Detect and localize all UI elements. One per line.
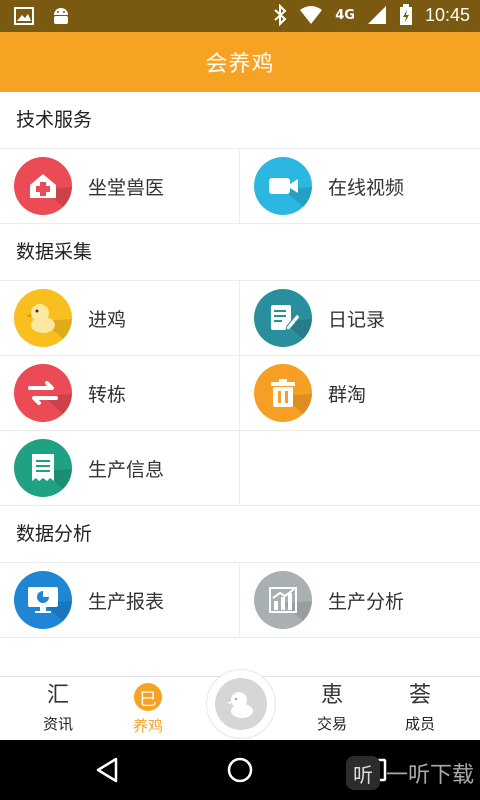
menu-item-label: 群淘 [328,383,367,406]
menu-item-production-report[interactable]: 生产报表 [0,563,239,638]
notebook-edit-icon [254,289,312,347]
menu-item-label: 进鸡 [88,308,127,331]
status-bar: 4G 10:45 [0,0,480,32]
section-grid-data-analysis: 生产报表 生产分析 [0,563,480,638]
menu-item-add-chicks[interactable]: 进鸡 [0,281,239,356]
tab-trade[interactable]: 恵 交易 [292,683,372,734]
menu-item-label: 坐堂兽医 [88,176,165,199]
chicken-logo-icon [215,678,267,730]
trash-icon [254,364,312,422]
wifi-icon [300,6,323,24]
tab-label: 资讯 [42,715,73,733]
section-grid-tech-service: 坐堂兽医 在线视频 [0,149,480,224]
section-title-tech-service: 技术服务 [0,92,480,149]
system-nav-bar: 听 一听下载 [0,740,480,800]
bottom-nav: 汇 资讯 巳 养鸡 恵 交易 荟 成员 [0,669,480,741]
trade-icon: 恵 [320,683,343,708]
members-icon: 荟 [408,683,431,708]
menu-item-label: 生产信息 [88,458,165,481]
clinic-icon [14,157,72,215]
menu-item-online-video[interactable]: 在线视频 [239,149,480,224]
raise-chicken-glyph: 巳 [139,689,157,710]
network-type: 4G [335,7,355,23]
menu-item-label: 日记录 [328,308,386,331]
section-title-data-analysis: 数据分析 [0,506,480,563]
menu-item-label: 生产报表 [88,590,165,613]
center-action-button[interactable] [206,669,276,739]
image-icon [14,7,34,25]
page-title: 会养鸡 [205,52,275,77]
tab-members[interactable]: 荟 成员 [380,683,460,734]
transfer-arrows-icon [14,364,72,422]
menu-item-label: 生产分析 [328,590,405,613]
bluetooth-icon [274,4,287,26]
bar-chart-icon [254,571,312,629]
monitor-chart-icon [14,571,72,629]
watermark: 听 一听下载 [345,756,474,790]
menu-item-daily-record[interactable]: 日记录 [239,281,480,356]
tab-raise-chicken[interactable]: 巳 养鸡 [108,683,188,736]
menu-item-label: 在线视频 [328,176,405,199]
signal-icon [367,6,386,24]
empty-cell [239,431,480,506]
menu-item-vet-consult[interactable]: 坐堂兽医 [0,149,239,224]
menu-item-transfer-house[interactable]: 转栋 [0,356,239,431]
back-icon[interactable] [94,756,120,784]
clock: 10:45 [424,4,470,25]
tab-label: 交易 [316,715,347,733]
tab-label: 成员 [404,715,435,733]
watermark-text: 一听下载 [385,763,474,788]
video-camera-icon [254,157,312,215]
main-content: 技术服务 坐堂兽医 在线视频 数据采集 进鸡 日记录 转栋 群淘 生产信息 数据… [0,92,480,638]
menu-item-production-analysis[interactable]: 生产分析 [239,563,480,638]
tab-label: 养鸡 [132,717,163,735]
menu-item-flock-cull[interactable]: 群淘 [239,356,480,431]
section-title-data-collection: 数据采集 [0,224,480,281]
menu-item-label: 转栋 [88,383,127,406]
android-icon [54,8,68,24]
battery-icon [399,4,412,25]
home-icon[interactable] [226,756,254,784]
section-grid-data-collection: 进鸡 日记录 转栋 群淘 生产信息 [0,281,480,506]
news-icon: 汇 [46,683,69,708]
raise-chicken-icon: 巳 [134,683,162,711]
watermark-logo: 听 [345,756,380,790]
app-header: 会养鸡 [0,32,480,92]
chick-icon [14,289,72,347]
menu-item-production-info[interactable]: 生产信息 [0,431,239,506]
tab-news[interactable]: 汇 资讯 [18,683,98,734]
receipt-icon [14,439,72,497]
